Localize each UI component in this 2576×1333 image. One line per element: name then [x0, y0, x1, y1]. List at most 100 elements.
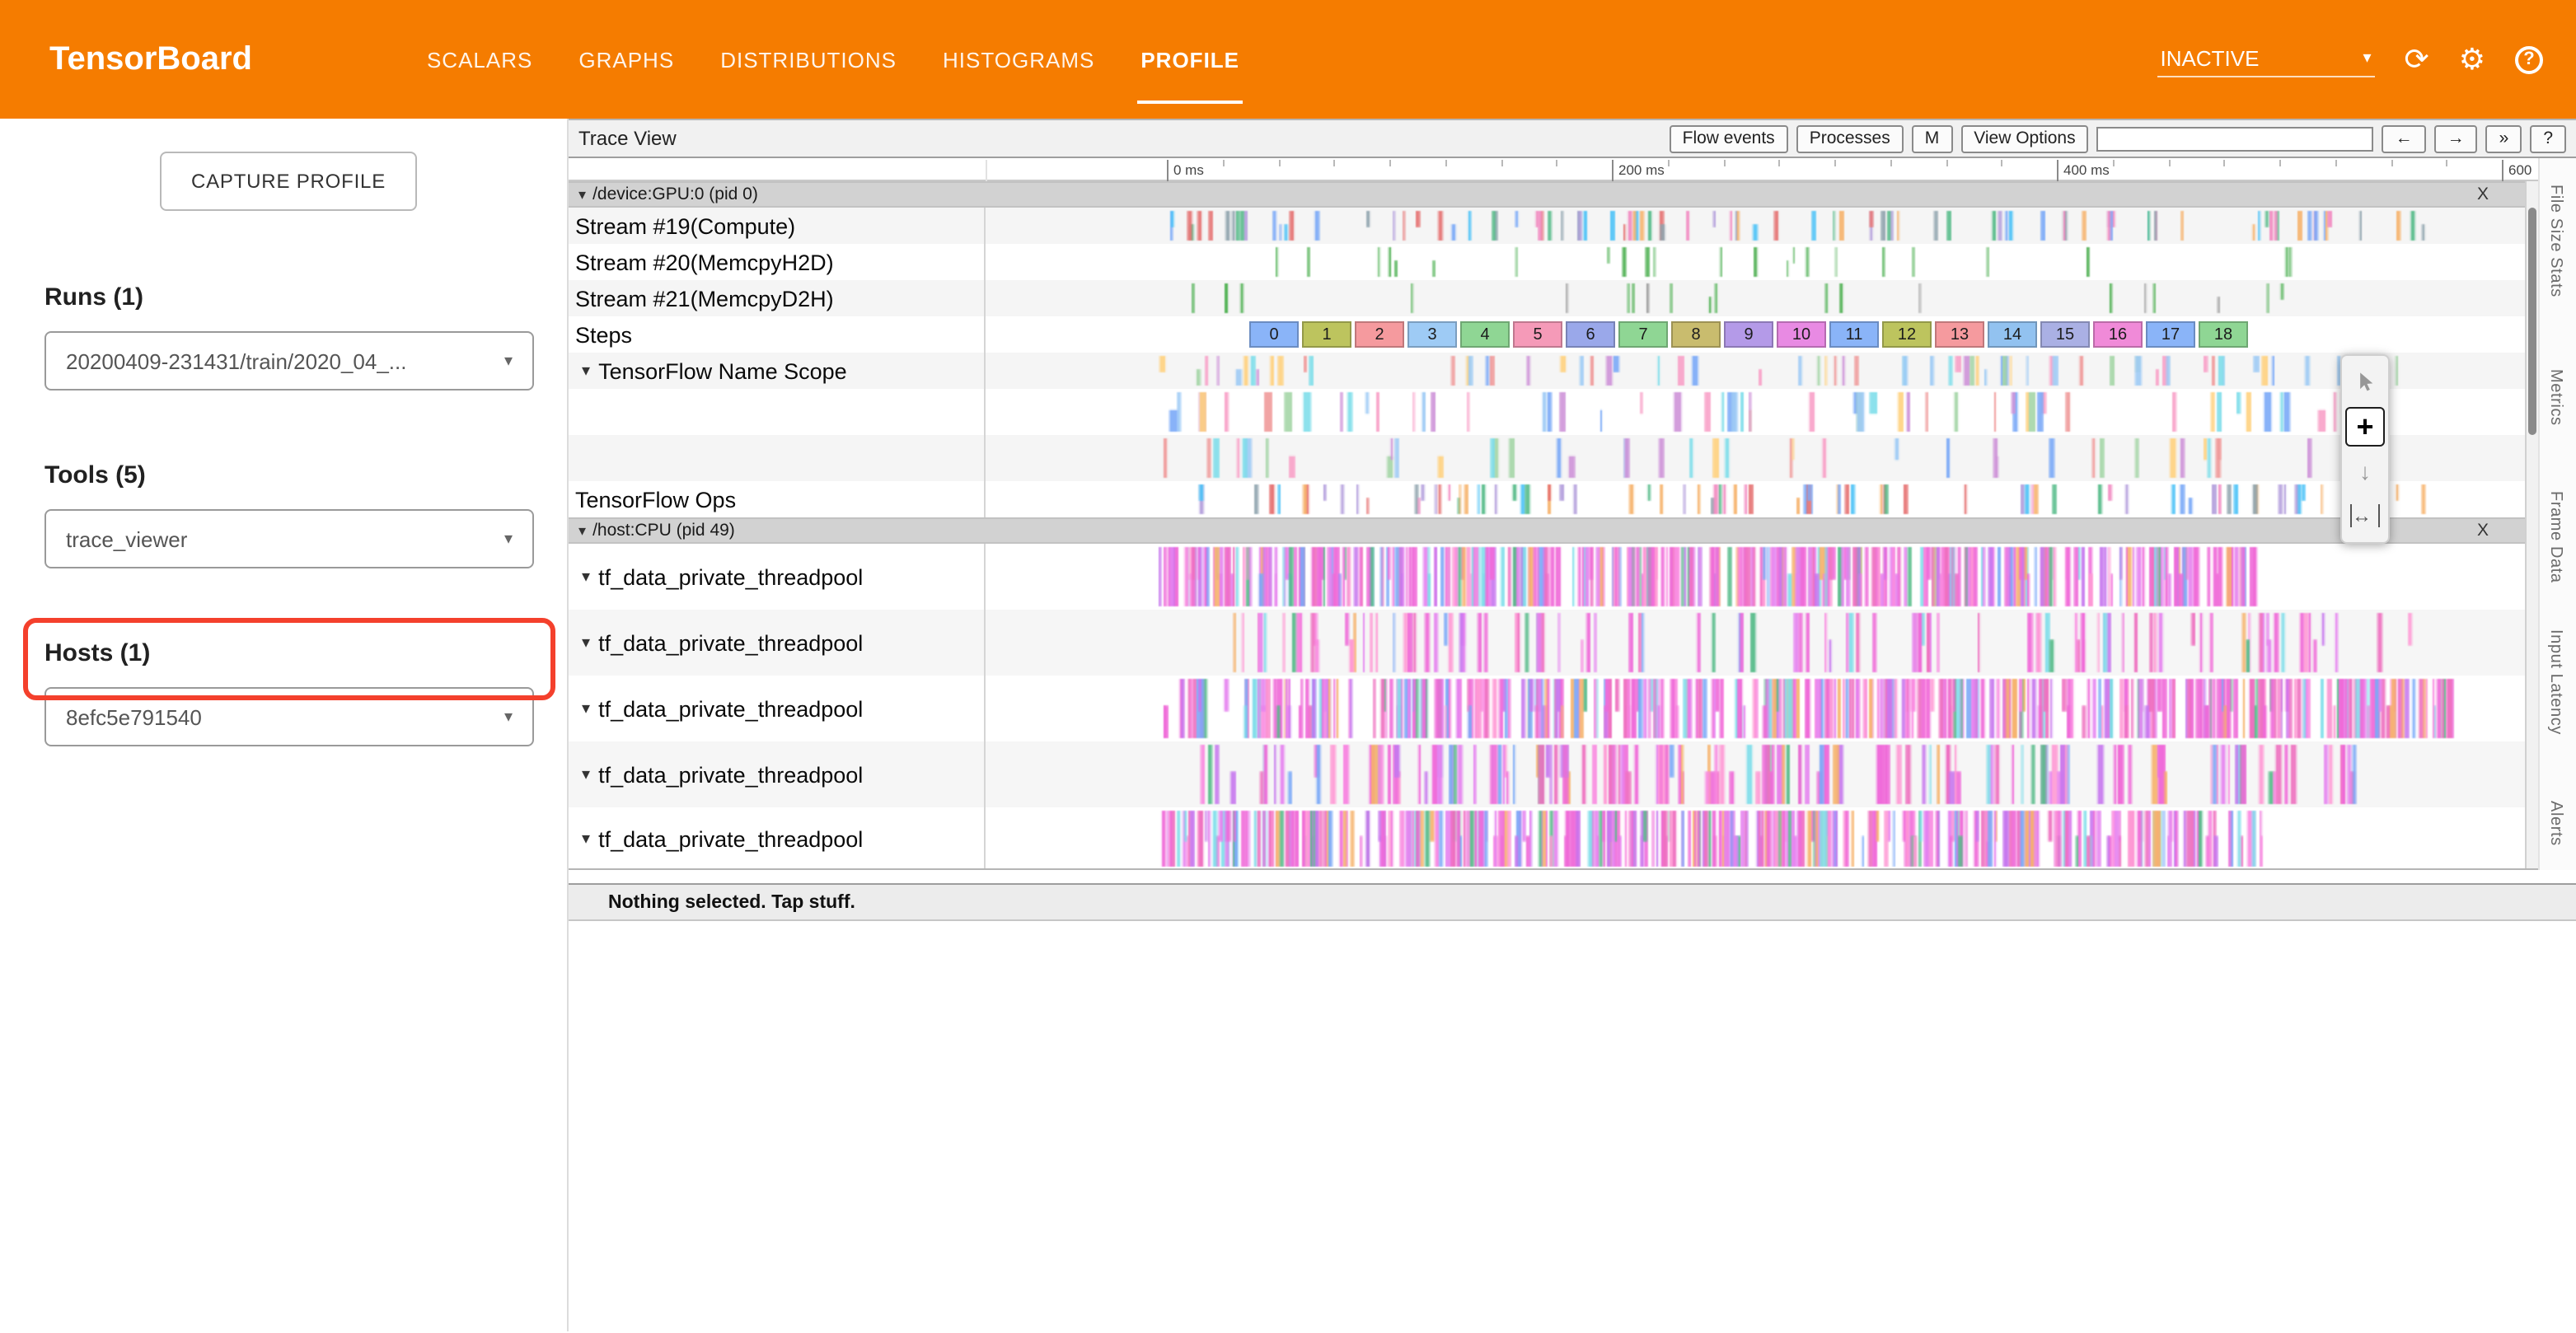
track-label[interactable] — [569, 389, 986, 435]
track-events-area[interactable] — [986, 481, 2538, 517]
process-section-header[interactable]: ▾/host:CPU (pid 49)X — [569, 517, 2538, 544]
expand-arrow-icon[interactable]: ▾ — [582, 699, 590, 718]
expand-arrow-icon[interactable]: ▾ — [582, 568, 590, 586]
metadata-button[interactable]: M — [1912, 124, 1953, 152]
step-block[interactable]: 6 — [1566, 321, 1615, 348]
track-events-area[interactable] — [986, 208, 2538, 244]
track-label[interactable]: ▾tf_data_private_threadpool — [569, 741, 986, 807]
runs-dropdown[interactable]: 20200409-231431/train/2020_04_... ▾ — [44, 331, 534, 391]
step-block[interactable]: 10 — [1777, 321, 1826, 348]
track-label[interactable]: ▾TensorFlow Name Scope — [569, 353, 986, 389]
trace-events-canvas[interactable] — [986, 741, 2525, 807]
step-block[interactable]: 16 — [2093, 321, 2143, 348]
track-label[interactable]: TensorFlow Ops — [569, 481, 986, 517]
track-events-area[interactable] — [986, 741, 2538, 807]
step-block[interactable]: 14 — [1988, 321, 2037, 348]
trace-search-input[interactable] — [2097, 126, 2374, 151]
expand-arrow-icon[interactable]: ▾ — [582, 634, 590, 652]
trace-events-canvas[interactable] — [986, 435, 2525, 481]
expand-arrow-icon[interactable]: ▾ — [582, 362, 590, 380]
track-events-area[interactable] — [986, 280, 2538, 316]
track-label[interactable]: Stream #21(MemcpyD2H) — [569, 280, 986, 316]
track-events-area[interactable] — [986, 610, 2538, 676]
track-label[interactable] — [569, 435, 986, 481]
capture-profile-button[interactable]: CAPTURE PROFILE — [160, 152, 417, 211]
trace-events-canvas[interactable] — [986, 807, 2525, 870]
track-label[interactable]: Stream #19(Compute) — [569, 208, 986, 244]
step-block[interactable]: 0 — [1249, 321, 1299, 348]
track-label[interactable]: ▾tf_data_private_threadpool — [569, 807, 986, 870]
timing-tool-icon[interactable]: ↔ — [2345, 496, 2385, 536]
track-events-area[interactable] — [986, 353, 2538, 389]
process-section-header[interactable]: ▾/device:GPU:0 (pid 0)X — [569, 181, 2538, 208]
trace-events-canvas[interactable] — [986, 676, 2525, 741]
track-label[interactable]: ▾tf_data_private_threadpool — [569, 544, 986, 610]
tab-distributions[interactable]: DISTRIBUTIONS — [697, 0, 920, 119]
step-block[interactable]: 5 — [1513, 321, 1562, 348]
trace-events-canvas[interactable] — [986, 544, 2525, 610]
track-label[interactable]: Stream #20(MemcpyH2D) — [569, 244, 986, 280]
hosts-dropdown[interactable]: 8efc5e791540 ▾ — [44, 687, 534, 746]
step-block[interactable]: 17 — [2146, 321, 2195, 348]
track-label[interactable]: Steps — [569, 316, 986, 353]
trace-events-canvas[interactable] — [986, 353, 2525, 389]
processes-button[interactable]: Processes — [1796, 124, 1904, 152]
tab-metrics[interactable]: Metrics — [2546, 369, 2564, 426]
flow-events-button[interactable]: Flow events — [1670, 124, 1788, 152]
step-block[interactable]: 1 — [1302, 321, 1351, 348]
pan-tool-icon[interactable]: ↓ — [2345, 451, 2385, 491]
step-block[interactable]: 3 — [1407, 321, 1457, 348]
zoom-tool-icon[interactable]: + — [2345, 407, 2385, 447]
track-label[interactable]: ▾tf_data_private_threadpool — [569, 610, 986, 676]
step-block[interactable]: 2 — [1355, 321, 1404, 348]
trace-events-canvas[interactable] — [986, 610, 2525, 676]
trace-events-canvas[interactable] — [986, 208, 2525, 244]
step-block[interactable]: 8 — [1671, 321, 1721, 348]
track-events-area[interactable] — [986, 435, 2538, 481]
tab-file-size-stats[interactable]: File Size Stats — [2546, 185, 2564, 297]
step-block[interactable]: 9 — [1724, 321, 1773, 348]
help-icon[interactable]: ? — [2515, 45, 2543, 73]
collapse-arrow-icon[interactable]: ▾ — [578, 522, 586, 540]
tools-dropdown[interactable]: trace_viewer ▾ — [44, 509, 534, 568]
tab-alerts[interactable]: Alerts — [2546, 801, 2564, 846]
step-block[interactable]: 7 — [1618, 321, 1668, 348]
track-events-area[interactable] — [986, 676, 2538, 741]
tab-scalars[interactable]: SCALARS — [404, 0, 555, 119]
next-button[interactable]: → — [2434, 124, 2478, 152]
scrollbar-thumb[interactable] — [2528, 208, 2536, 435]
trace-events-canvas[interactable] — [986, 280, 2525, 316]
tab-input-latency[interactable]: Input Latency — [2546, 629, 2564, 735]
prev-button[interactable]: ← — [2382, 124, 2426, 152]
trace-viewer-body[interactable]: ▾/device:GPU:0 (pid 0)XStream #19(Comput… — [569, 181, 2538, 870]
step-block[interactable]: 18 — [2199, 321, 2248, 348]
gear-icon[interactable]: ⚙ — [2459, 44, 2485, 74]
expand-arrow-icon[interactable]: ▾ — [582, 830, 590, 848]
trace-help-button[interactable]: ? — [2530, 124, 2566, 152]
step-block[interactable]: 15 — [2040, 321, 2090, 348]
track-events-area[interactable] — [986, 807, 2538, 870]
trace-events-canvas[interactable] — [986, 389, 2525, 435]
tab-histograms[interactable]: HISTOGRAMS — [920, 0, 1117, 119]
collapse-arrow-icon[interactable]: ▾ — [578, 185, 586, 203]
step-block[interactable]: 13 — [1935, 321, 1984, 348]
track-label[interactable]: ▾tf_data_private_threadpool — [569, 676, 986, 741]
step-block[interactable]: 4 — [1460, 321, 1510, 348]
step-block[interactable]: 11 — [1829, 321, 1879, 348]
status-dropdown[interactable]: INACTIVE ▾ — [2157, 41, 2375, 77]
vertical-scrollbar[interactable] — [2525, 181, 2538, 870]
tab-graphs[interactable]: GRAPHS — [555, 0, 697, 119]
track-events-area[interactable]: 0123456789101112131415161718 — [986, 316, 2538, 353]
trace-events-canvas[interactable] — [986, 244, 2525, 280]
track-events-area[interactable] — [986, 244, 2538, 280]
track-events-area[interactable] — [986, 544, 2538, 610]
expand-arrow-icon[interactable]: ▾ — [582, 765, 590, 783]
more-button[interactable]: » — [2486, 124, 2522, 152]
tab-profile[interactable]: PROFILE — [1117, 0, 1262, 119]
step-block[interactable]: 12 — [1882, 321, 1932, 348]
selection-tool-icon[interactable] — [2345, 362, 2385, 402]
tab-frame-data[interactable]: Frame Data — [2546, 491, 2564, 583]
close-section-button[interactable]: X — [2477, 521, 2489, 540]
refresh-icon[interactable]: ⟳ — [2405, 44, 2429, 74]
view-options-button[interactable]: View Options — [1960, 124, 2088, 152]
